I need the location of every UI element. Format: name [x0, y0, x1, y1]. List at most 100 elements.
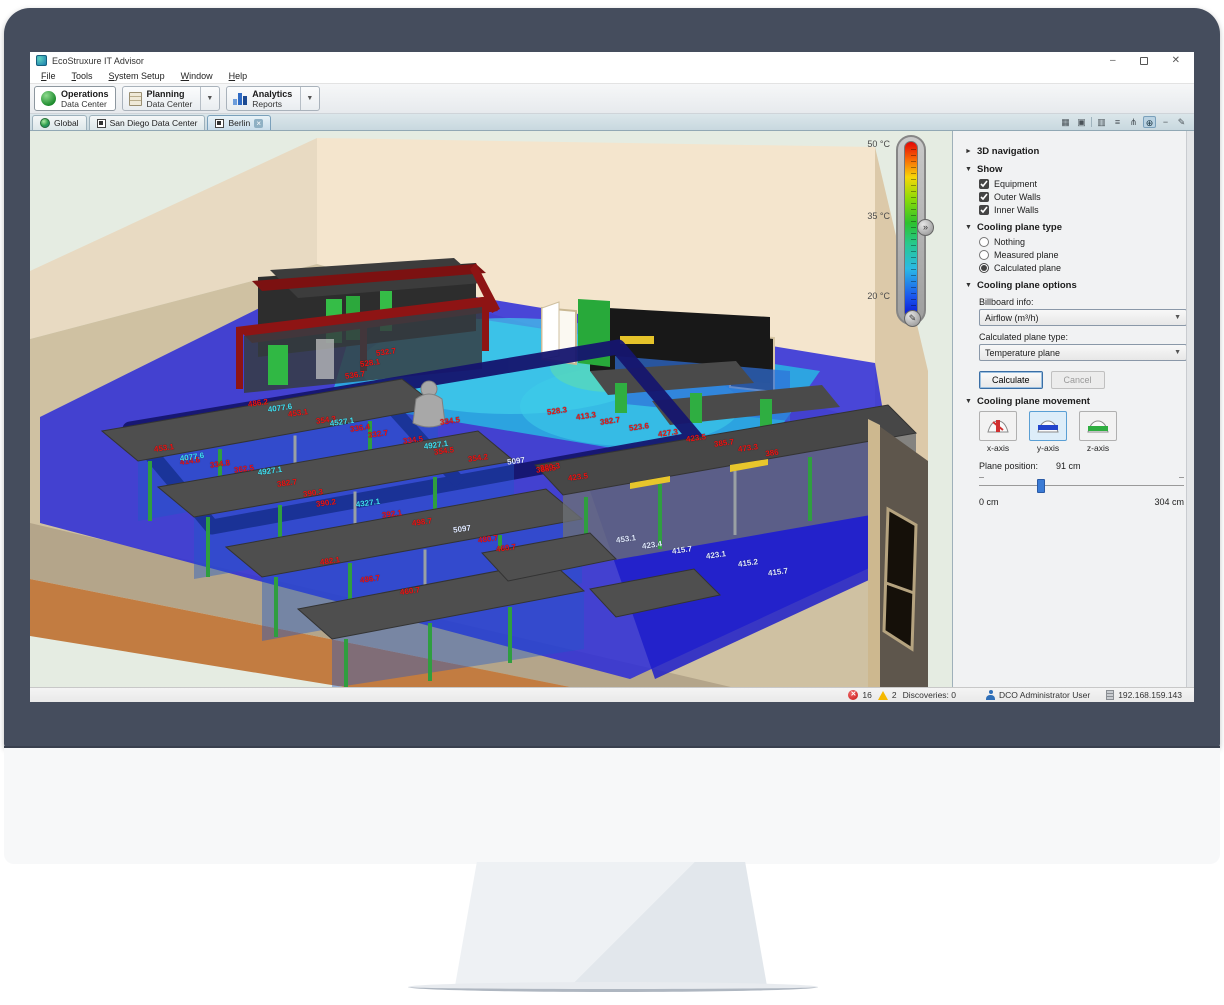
3d-viewport[interactable]: 453.1414.8334.8362.5486.2453.1354.3336.4… — [30, 131, 952, 687]
calculate-button[interactable]: Calculate — [979, 371, 1043, 389]
measured-plane-radio-row[interactable]: Measured plane — [979, 250, 1184, 260]
discoveries-status[interactable]: Discoveries: 0 — [903, 690, 956, 700]
chevron-down-icon: ▼ — [1174, 349, 1181, 356]
error-icon: ✕ — [848, 690, 858, 700]
list-view-icon[interactable]: ≡ — [1111, 116, 1124, 128]
section-cooling-plane-options[interactable]: ▼ Cooling plane options — [965, 280, 1184, 291]
tab-close-icon[interactable]: × — [254, 119, 263, 128]
measure-icon[interactable]: − — [1159, 116, 1172, 128]
calculated-plane-type-select[interactable]: Temperature plane ▼ — [979, 344, 1187, 361]
billboard-info-label: Billboard info: — [979, 297, 1184, 307]
tab-berlin-label: Berlin — [228, 118, 250, 128]
planning-dropdown-icon[interactable]: ▼ — [200, 87, 213, 110]
application-window: EcoStruxure IT Advisor – ✕ File Tools Sy… — [30, 52, 1194, 702]
panels-view-icon[interactable]: ▥ — [1095, 116, 1108, 128]
menu-window[interactable]: Window — [174, 70, 220, 82]
slider-handle[interactable] — [1037, 479, 1045, 493]
scale-expand-button[interactable]: » — [917, 219, 934, 236]
location-tab-bar: Global San Diego Data Center Berlin × ▦ … — [30, 114, 1194, 131]
server-address: 192.168.159.143 — [1106, 690, 1182, 700]
discoveries-label: Discoveries: 0 — [903, 690, 956, 700]
scale-edit-button[interactable]: ✎ — [904, 310, 921, 327]
tab-san-diego[interactable]: San Diego Data Center — [89, 115, 206, 130]
nothing-radio[interactable] — [979, 237, 989, 247]
tree-view-icon[interactable]: ⋔ — [1127, 116, 1140, 128]
tab-global-label: Global — [54, 118, 79, 128]
operations-button[interactable]: Operations Data Center — [34, 86, 116, 111]
user-name: DCO Administrator User — [999, 690, 1090, 700]
calculated-plane-radio[interactable] — [979, 263, 989, 273]
warning-count: 2 — [892, 690, 897, 700]
menu-help[interactable]: Help — [222, 70, 255, 82]
equipment-checkbox[interactable] — [979, 179, 989, 189]
warning-counter[interactable]: 2 — [878, 690, 897, 700]
billboard-info-select[interactable]: Airflow (m³/h) ▼ — [979, 309, 1187, 326]
section-cooling-plane-movement[interactable]: ▼ Cooling plane movement — [965, 396, 1184, 407]
edit-icon[interactable]: ✎ — [1175, 116, 1188, 128]
error-count: 16 — [862, 690, 871, 700]
x-axis-label: x-axis — [979, 443, 1017, 453]
radio-label: Nothing — [994, 237, 1025, 247]
z-axis-button[interactable] — [1079, 411, 1117, 441]
x-axis-plane-icon — [984, 417, 1012, 435]
analytics-dropdown-icon[interactable]: ▼ — [300, 87, 313, 110]
y-axis-button[interactable] — [1029, 411, 1067, 441]
calculated-plane-radio-row[interactable]: Calculated plane — [979, 263, 1184, 273]
equipment-checkbox-row[interactable]: Equipment — [979, 179, 1184, 189]
checkbox-label: Equipment — [994, 179, 1037, 189]
y-axis-label: y-axis — [1029, 443, 1067, 453]
inner-walls-checkbox-row[interactable]: Inner Walls — [979, 205, 1184, 215]
3d-scene[interactable] — [30, 131, 952, 687]
temperature-scale[interactable]: » ✎ — [896, 135, 926, 325]
operations-title: Operations — [61, 89, 109, 99]
analytics-button[interactable]: Analytics Reports ▼ — [226, 86, 320, 111]
front-right-wall — [868, 419, 928, 687]
calculated-plane-type-value: Temperature plane — [985, 348, 1060, 358]
section-show[interactable]: ▼ Show — [965, 164, 1184, 175]
cancel-button[interactable]: Cancel — [1051, 371, 1105, 389]
server-ip: 192.168.159.143 — [1118, 690, 1182, 700]
error-counter[interactable]: ✕ 16 — [848, 690, 871, 700]
close-button[interactable]: ✕ — [1172, 56, 1180, 66]
planning-subtitle: Data Center — [147, 99, 193, 109]
maximize-button[interactable] — [1140, 57, 1148, 65]
z-axis-label: z-axis — [1079, 443, 1117, 453]
menu-system-setup[interactable]: System Setup — [102, 70, 172, 82]
slider-max-label: 304 cm — [1154, 497, 1184, 507]
section-title: Show — [977, 164, 1002, 175]
scale-mid-label: 35 °C — [867, 211, 890, 221]
analytics-title: Analytics — [252, 89, 292, 99]
main-toolbar: Operations Data Center Planning Data Cen… — [30, 84, 1194, 114]
monitor-chin — [4, 746, 1220, 864]
globe-3d-view-icon[interactable]: ⊕ — [1143, 116, 1156, 128]
image-view-icon[interactable]: ▣ — [1075, 116, 1088, 128]
chevron-down-icon: ▼ — [965, 224, 972, 231]
planning-button[interactable]: Planning Data Center ▼ — [122, 86, 221, 111]
radio-label: Measured plane — [994, 250, 1059, 260]
chevron-down-icon: ▼ — [1174, 314, 1181, 321]
section-title: Cooling plane type — [977, 222, 1062, 233]
tab-berlin[interactable]: Berlin × — [207, 115, 271, 130]
slider-track[interactable] — [979, 485, 1184, 486]
user-icon — [986, 690, 995, 700]
outer-walls-checkbox[interactable] — [979, 192, 989, 202]
checkbox-label: Inner Walls — [994, 205, 1039, 215]
section-3d-navigation[interactable]: ► 3D navigation — [965, 146, 1184, 157]
tab-global[interactable]: Global — [32, 115, 87, 130]
inner-walls-checkbox[interactable] — [979, 205, 989, 215]
section-cooling-plane-type[interactable]: ▼ Cooling plane type — [965, 222, 1184, 233]
nothing-radio-row[interactable]: Nothing — [979, 237, 1184, 247]
warning-icon — [878, 691, 888, 700]
outer-walls-checkbox-row[interactable]: Outer Walls — [979, 192, 1184, 202]
menu-file[interactable]: File — [34, 70, 63, 82]
plane-position-slider[interactable] — [979, 473, 1184, 493]
layout-view-icon[interactable]: ▦ — [1059, 116, 1072, 128]
plane-position-label: Plane position: — [979, 461, 1038, 471]
measured-plane-radio[interactable] — [979, 250, 989, 260]
menu-tools[interactable]: Tools — [65, 70, 100, 82]
x-axis-button[interactable] — [979, 411, 1017, 441]
tab-san-diego-label: San Diego Data Center — [110, 118, 198, 128]
scale-max-label: 50 °C — [867, 139, 890, 149]
window-title: EcoStruxure IT Advisor — [52, 56, 144, 66]
minimize-button[interactable]: – — [1110, 56, 1116, 66]
